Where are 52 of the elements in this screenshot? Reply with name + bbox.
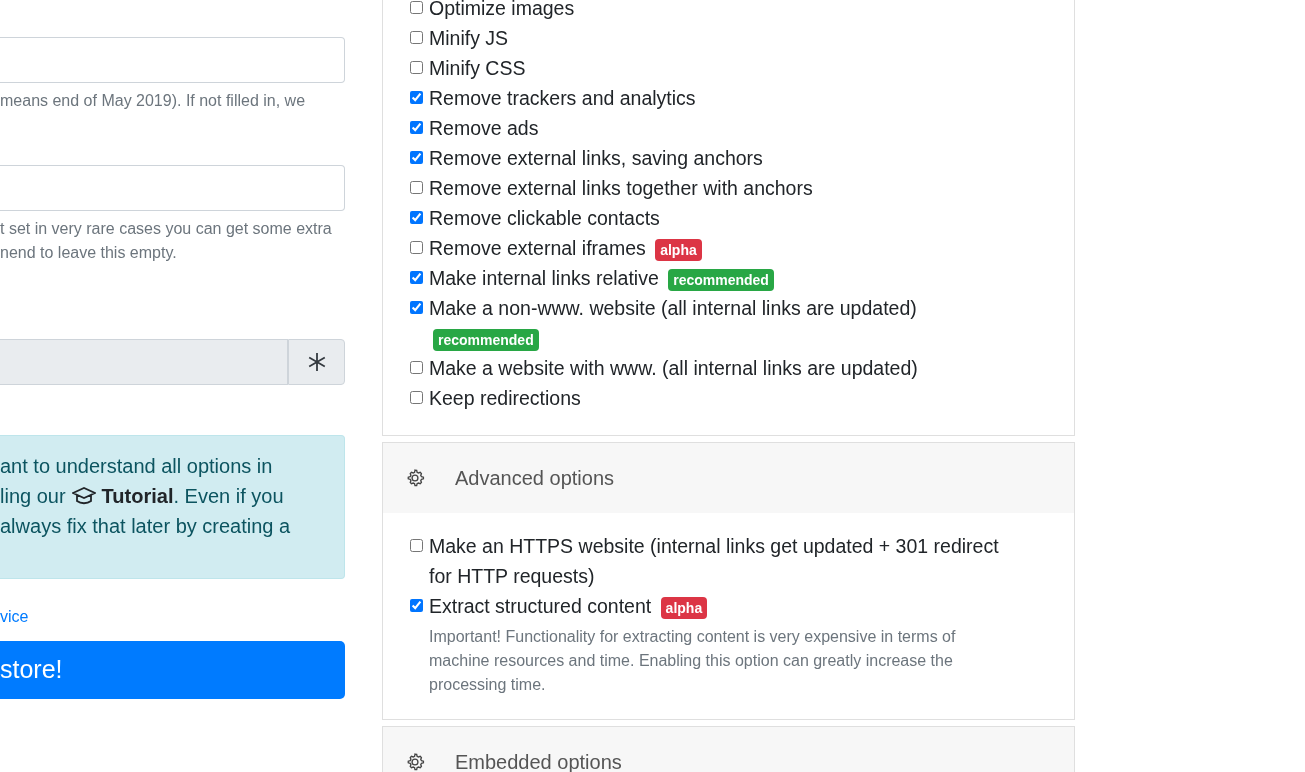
gear-icon	[405, 752, 425, 772]
gear-icon	[405, 468, 425, 488]
info-text: always fix that later by creating a	[0, 514, 291, 539]
checkbox[interactable]	[410, 31, 423, 44]
option-label: Minify JS	[429, 27, 509, 49]
input-field[interactable]	[0, 37, 345, 83]
checkbox[interactable]	[410, 181, 423, 194]
tag: recommended	[433, 329, 539, 351]
info-text: Tutorial. Even if you	[101, 484, 284, 509]
help-text: t set in very rare cases you can get some extra	[0, 219, 333, 239]
option-label: Remove external links together with anchors	[429, 177, 813, 199]
option-label: Make an HTTPS website (internal links get updated + 301 redirect for HTTP requests)	[429, 535, 999, 587]
checkbox[interactable]	[410, 391, 423, 404]
checkbox[interactable]	[410, 121, 423, 134]
info-text: ling our	[0, 484, 66, 509]
tag: alpha	[660, 597, 708, 619]
option-label: Keep redirections	[429, 387, 581, 409]
checkbox[interactable]	[410, 211, 423, 224]
submit-button[interactable]: store!	[0, 641, 345, 699]
checkbox[interactable]	[410, 539, 423, 552]
input-field[interactable]	[0, 165, 345, 211]
option-label: Make a website with www. (all internal links are updated)	[429, 357, 918, 379]
checkbox[interactable]	[410, 61, 423, 74]
option-label: Remove clickable contacts	[429, 207, 660, 229]
link[interactable]: vice	[0, 605, 29, 629]
option-label: Remove external iframes	[429, 237, 646, 259]
checkbox[interactable]	[410, 271, 423, 284]
option-label: Remove external links, saving anchors	[429, 147, 763, 169]
card-title: Advanced options	[455, 466, 614, 491]
option-label: Extract structured content	[429, 595, 652, 617]
asterisk-button[interactable]	[288, 339, 345, 385]
checkbox[interactable]	[410, 151, 423, 164]
option-label: Remove ads	[429, 117, 539, 139]
info-text: ant to understand all options in	[0, 454, 273, 479]
tag: alpha	[655, 239, 702, 261]
option-label: Remove trackers and analytics	[429, 87, 696, 109]
checkbox[interactable]	[410, 91, 423, 104]
option-label: Optimize images	[429, 0, 575, 19]
checkbox[interactable]	[410, 301, 423, 314]
checkbox[interactable]	[410, 599, 423, 612]
help-text: means end of May 2019). If not filled in, we	[0, 91, 307, 111]
graduation-cap-icon	[71, 487, 96, 505]
checkbox[interactable]	[410, 361, 423, 374]
help-text: Important! Functionality for extracting content is very expensive in terms of machine resources and time. Enabling this option can greatly increase the processing time.	[429, 627, 957, 695]
tag: recommended	[668, 269, 774, 291]
help-text: nend to leave this empty.	[0, 243, 178, 263]
option-label: Make a non-www. website (all internal links are updated)	[429, 297, 917, 319]
checkbox[interactable]	[410, 1, 423, 14]
checkbox[interactable]	[410, 241, 423, 254]
option-label: Make internal links relative	[429, 267, 659, 289]
option-label: Minify CSS	[429, 57, 526, 79]
asterisk-icon	[306, 352, 327, 372]
